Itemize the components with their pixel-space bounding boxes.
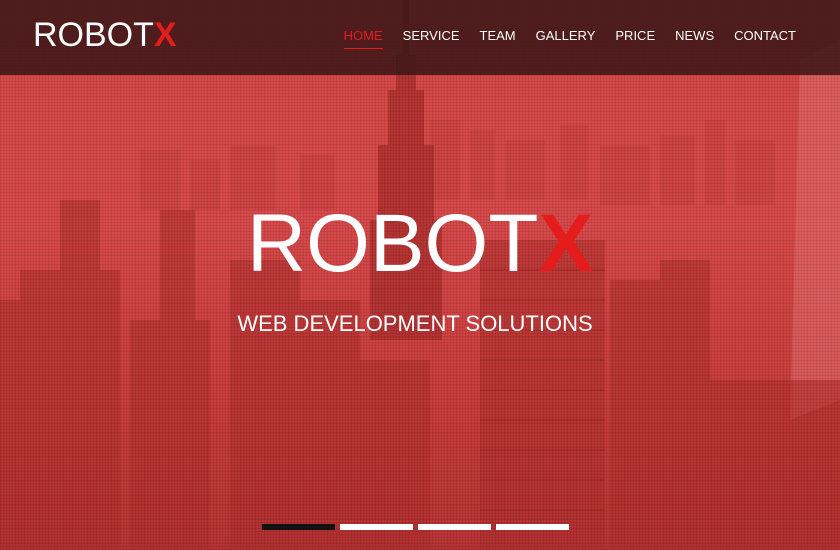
slide-indicator-3[interactable] [418,524,491,530]
slide-indicator-1[interactable] [262,524,335,530]
hero-title-text: ROBOT [246,198,539,289]
nav-item-service[interactable]: SERVICE [403,28,460,49]
nav-item-home[interactable]: HOME [343,28,383,49]
logo-text: ROBOT [33,16,154,54]
hero-title-accent: X [538,198,594,289]
nav-item-gallery[interactable]: GALLERY [536,28,596,49]
nav-item-team[interactable]: TEAM [480,28,516,49]
site-logo[interactable]: ROBOTX [33,14,177,56]
nav-item-contact[interactable]: CONTACT [734,28,796,49]
slide-indicator-4[interactable] [496,524,569,530]
nav-item-price[interactable]: PRICE [615,28,655,49]
nav-item-news[interactable]: NEWS [675,28,714,49]
slider-indicators [262,524,569,530]
page: ROBOTX HOME SERVICE TEAM GALLERY PRICE N… [0,0,840,550]
main-nav: HOME SERVICE TEAM GALLERY PRICE NEWS CON… [324,28,796,49]
logo-accent-letter: X [153,16,177,54]
hero-subtitle: WEB DEVELOPMENT SOLUTIONS [237,311,593,336]
slide-indicator-2[interactable] [340,524,413,530]
top-navbar: ROBOTX HOME SERVICE TEAM GALLERY PRICE N… [0,0,840,75]
hero-title: ROBOTX [0,196,840,292]
